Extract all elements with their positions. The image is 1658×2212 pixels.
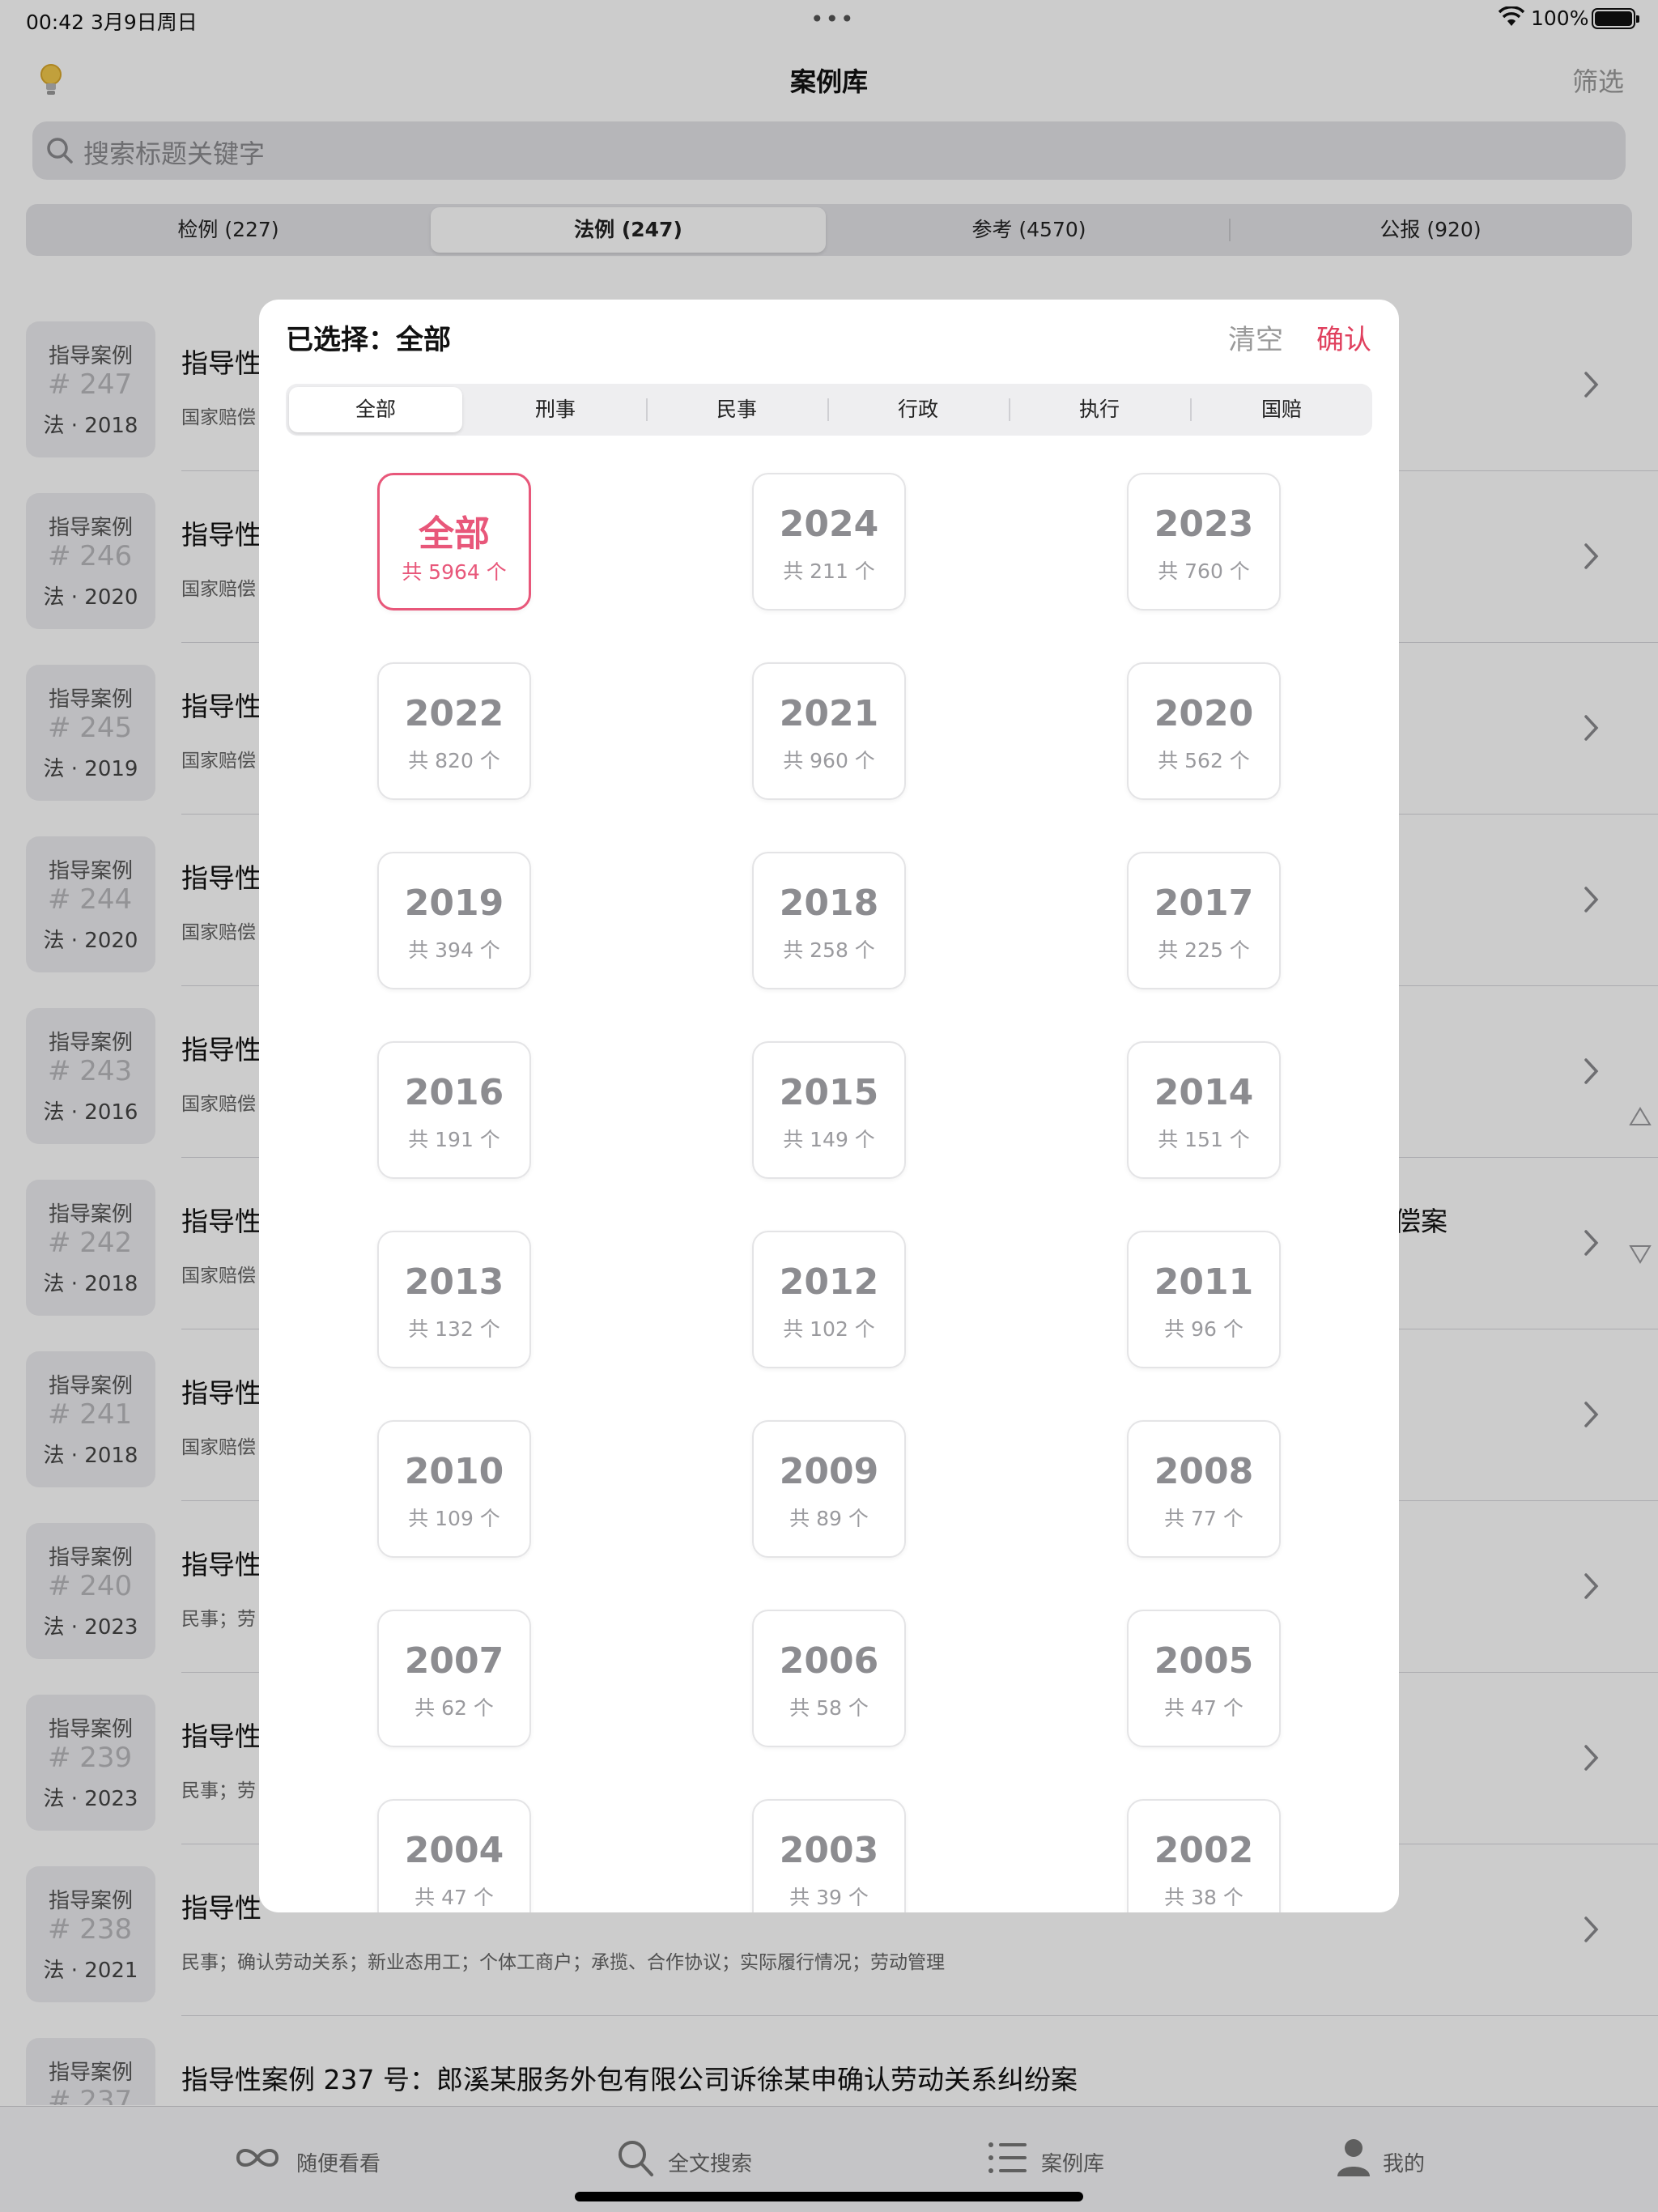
year-card[interactable]: 2016 共 191 个 [377,1041,531,1179]
year-count: 共 149 个 [783,1128,875,1151]
year-label: 2018 [779,883,879,924]
year-card[interactable]: 2009 共 89 个 [752,1420,906,1558]
home-indicator [575,2192,1083,2201]
year-label: 2016 [404,1072,504,1113]
year-label: 2024 [779,504,879,545]
year-label: 2012 [779,1261,879,1303]
year-label: 2010 [404,1451,504,1492]
year-label: 2011 [1154,1261,1254,1303]
year-card[interactable]: 2018 共 258 个 [752,852,906,989]
year-label: 2017 [1154,883,1254,924]
year-count: 共 132 个 [408,1317,500,1341]
year-count: 共 58 个 [789,1696,869,1720]
year-count: 共 38 个 [1164,1886,1244,1909]
year-label: 2019 [404,883,504,924]
year-label: 2014 [1154,1072,1254,1113]
year-label: 2003 [779,1830,879,1871]
year-count: 共 96 个 [1164,1317,1244,1341]
year-label: 2006 [779,1640,879,1682]
year-card[interactable]: 2020 共 562 个 [1127,662,1281,800]
year-card[interactable]: 2024 共 211 个 [752,473,906,610]
year-label: 2022 [404,693,504,734]
year-card[interactable]: 2012 共 102 个 [752,1231,906,1368]
year-card[interactable]: 2002 共 38 个 [1127,1799,1281,1912]
year-count: 共 109 个 [408,1507,500,1530]
year-count: 共 562 个 [1158,749,1250,772]
year-count: 共 102 个 [783,1317,875,1341]
year-count: 共 89 个 [789,1507,869,1530]
year-count: 共 77 个 [1164,1507,1244,1530]
year-count: 共 225 个 [1158,938,1250,962]
year-count: 共 191 个 [408,1128,500,1151]
year-count: 共 960 个 [783,749,875,772]
year-count: 共 39 个 [789,1886,869,1909]
year-label: 2004 [404,1830,504,1871]
year-card[interactable]: 2022 共 820 个 [377,662,531,800]
year-card[interactable]: 2006 共 58 个 [752,1610,906,1747]
year-card[interactable]: 2004 共 47 个 [377,1799,531,1912]
year-label: 全部 [419,513,490,555]
year-grid: 全部共 5964 个 2024 共 211 个 2023 共 760 个 2022 共 82… [259,300,1399,1912]
year-label: 2013 [404,1261,504,1303]
year-label: 2008 [1154,1451,1254,1492]
year-card[interactable]: 2015 共 149 个 [752,1041,906,1179]
year-label: 2007 [404,1640,504,1682]
year-card[interactable]: 2017 共 225 个 [1127,852,1281,989]
year-label: 2015 [779,1072,879,1113]
year-count: 共 47 个 [1164,1696,1244,1720]
year-label: 2009 [779,1451,879,1492]
year-card[interactable]: 2014 共 151 个 [1127,1041,1281,1179]
year-count: 共 820 个 [408,749,500,772]
year-card[interactable]: 2013 共 132 个 [377,1231,531,1368]
year-count: 共 47 个 [414,1886,494,1909]
year-count: 共 258 个 [783,938,875,962]
year-count: 共 62 个 [414,1696,494,1720]
year-count: 共 5964 个 [402,560,507,584]
year-label: 2023 [1154,504,1254,545]
year-card[interactable]: 2010 共 109 个 [377,1420,531,1558]
year-card[interactable]: 2003 共 39 个 [752,1799,906,1912]
year-filter-modal: 已选择：全部 清空 确认 全部 刑事 民事 行政 执行 国赔 全部共 5964 … [259,300,1399,1912]
year-count: 共 394 个 [408,938,500,962]
year-label: 2021 [779,693,879,734]
year-card[interactable]: 2011 共 96 个 [1127,1231,1281,1368]
year-count: 共 760 个 [1158,559,1250,583]
year-card[interactable]: 2008 共 77 个 [1127,1420,1281,1558]
year-card[interactable]: 2007 共 62 个 [377,1610,531,1747]
year-count: 共 211 个 [783,559,875,583]
year-label: 2020 [1154,693,1254,734]
year-card[interactable]: 2021 共 960 个 [752,662,906,800]
year-count: 共 151 个 [1158,1128,1250,1151]
year-card[interactable]: 2019 共 394 个 [377,852,531,989]
year-card[interactable]: 2005 共 47 个 [1127,1610,1281,1747]
year-card[interactable]: 全部共 5964 个 [377,473,531,610]
year-label: 2005 [1154,1640,1254,1682]
year-label: 2002 [1154,1830,1254,1871]
year-card[interactable]: 2023 共 760 个 [1127,473,1281,610]
